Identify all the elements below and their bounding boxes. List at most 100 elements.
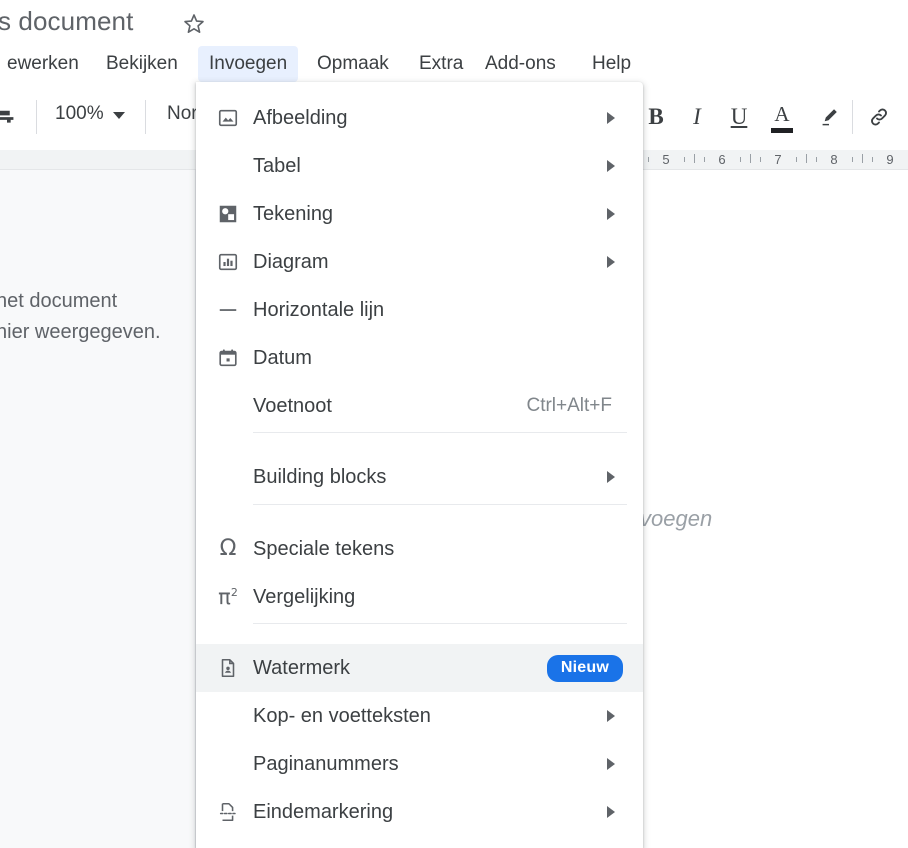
menu-item-eindemarkering[interactable]: Eindemarkering: [196, 788, 643, 836]
text-color-button[interactable]: A: [765, 100, 799, 134]
ruler-tick: [796, 157, 797, 162]
document-page-left[interactable]: het document nier weergegeven.: [0, 170, 196, 848]
document-hint-text: voegen: [640, 506, 712, 532]
menu-item-building-blocks[interactable]: Building blocks: [196, 453, 643, 501]
new-badge: Nieuw: [547, 655, 623, 682]
equation-icon: π2: [216, 585, 240, 609]
menu-item-label: Horizontale lijn: [253, 299, 384, 322]
ruler-number: 5: [662, 152, 669, 167]
menu-item-label: Speciale tekens: [253, 538, 394, 561]
submenu-arrow-icon[interactable]: [607, 710, 615, 722]
ruler-tick-major: [806, 154, 807, 163]
menu-separator: [253, 432, 627, 433]
underline-button[interactable]: U: [722, 100, 756, 134]
menu-item-label: Tabel: [253, 155, 301, 178]
menu-item-label: Building blocks: [253, 466, 386, 489]
menu-item-diagram[interactable]: Diagram: [196, 238, 643, 286]
ruler-number: 8: [830, 152, 837, 167]
google-docs-window: s document ewerkenBekijkenInvoegenOpmaak…: [0, 0, 908, 848]
ruler-tick: [704, 157, 705, 162]
submenu-arrow-icon[interactable]: [607, 208, 615, 220]
insert-menu-dropdown[interactable]: Afbeelding Tabel Tekening Diagram Horizontal…: [196, 82, 643, 848]
chart-icon: [216, 250, 240, 274]
menu-item-horizontale-lijn[interactable]: Horizontale lijn: [196, 286, 643, 334]
paint-format-icon[interactable]: [0, 108, 18, 135]
menu-separator: [253, 504, 627, 505]
watermark-icon: [216, 656, 240, 680]
menu-item-paginanummers[interactable]: Paginanummers: [196, 740, 643, 788]
menu-item-label: Kop- en voetteksten: [253, 705, 431, 728]
menu-bar: ewerkenBekijkenInvoegenOpmaakExtraAdd-on…: [0, 46, 908, 82]
menu-item-bekijken[interactable]: Bekijken: [95, 46, 189, 82]
menu-item-label: Paginanummers: [253, 753, 399, 776]
submenu-arrow-icon[interactable]: [607, 758, 615, 770]
ruler-number: 7: [774, 152, 781, 167]
ruler-tick-major: [694, 154, 695, 163]
document-text-line-1: het document: [0, 286, 161, 317]
menu-item-label: Voetnoot: [253, 395, 332, 418]
menu-item-opmaak[interactable]: Opmaak: [306, 46, 400, 82]
bold-button[interactable]: B: [639, 100, 673, 134]
menu-item-watermerk[interactable]: Watermerk Nieuw: [196, 644, 643, 692]
menu-item-label: Watermerk: [253, 657, 350, 680]
menu-item-invoegen[interactable]: Invoegen: [198, 46, 298, 82]
italic-button[interactable]: I: [680, 100, 714, 134]
drawing-icon: [216, 202, 240, 226]
menu-item-vergelijking[interactable]: π2 Vergelijking: [196, 573, 643, 621]
menu-item-tekening[interactable]: Tekening: [196, 190, 643, 238]
menu-separator: [253, 623, 627, 624]
horizontal-line-icon: [216, 298, 240, 322]
menu-item-afbeelding[interactable]: Afbeelding: [196, 94, 643, 142]
menu-item-kop-en-voetteksten[interactable]: Kop- en voetteksten: [196, 692, 643, 740]
menu-item-voetnoot[interactable]: VoetnootCtrl+Alt+F: [196, 382, 643, 430]
menu-item-tabel[interactable]: Tabel: [196, 142, 643, 190]
ruler-tick-major: [750, 154, 751, 163]
highlight-pen-icon[interactable]: [812, 100, 846, 134]
document-title[interactable]: s document: [0, 6, 133, 37]
ruler-tick: [816, 157, 817, 162]
menu-item-label: Afbeelding: [253, 107, 348, 130]
text-color-swatch: [771, 128, 793, 133]
title-bar: s document: [0, 0, 908, 44]
menu-item-label: Vergelijking: [253, 586, 355, 609]
chevron-down-icon[interactable]: [113, 112, 125, 119]
menu-item-label: Eindemarkering: [253, 801, 393, 824]
calendar-icon: [216, 346, 240, 370]
menu-item-add-ons[interactable]: Add-ons: [474, 46, 567, 82]
submenu-arrow-icon[interactable]: [607, 256, 615, 268]
ruler-tick-major: [862, 154, 863, 163]
toolbar-divider: [852, 100, 853, 134]
star-icon[interactable]: [182, 12, 206, 36]
menu-item-ewerken[interactable]: ewerken: [0, 46, 90, 82]
text-color-label: A: [774, 102, 789, 127]
menu-item-label: Tekening: [253, 203, 333, 226]
link-icon[interactable]: [862, 100, 896, 134]
menu-item-label: Diagram: [253, 251, 329, 274]
menu-item-label: Datum: [253, 347, 312, 370]
ruler-tick: [648, 157, 649, 162]
submenu-arrow-icon[interactable]: [607, 160, 615, 172]
ruler-tick: [740, 157, 741, 162]
ruler-number: 9: [886, 152, 893, 167]
ruler-tick: [684, 157, 685, 162]
submenu-arrow-icon[interactable]: [607, 112, 615, 124]
menu-item-speciale-tekens[interactable]: Ω Speciale tekens: [196, 525, 643, 573]
ruler-tick: [852, 157, 853, 162]
menu-item-extra[interactable]: Extra: [408, 46, 474, 82]
menu-item-datum[interactable]: Datum: [196, 334, 643, 382]
omega-icon: Ω: [216, 537, 240, 561]
document-body-text: het document nier weergegeven.: [0, 286, 161, 348]
paragraph-style-select[interactable]: Nor: [167, 103, 198, 125]
ruler-tick: [760, 157, 761, 162]
menu-item-help[interactable]: Help: [581, 46, 642, 82]
toolbar-divider: [145, 100, 146, 134]
document-text-line-2: nier weergegeven.: [0, 317, 161, 348]
image-icon: [216, 106, 240, 130]
zoom-level[interactable]: 100%: [55, 103, 104, 125]
toolbar-divider: [36, 100, 37, 134]
submenu-arrow-icon[interactable]: [607, 806, 615, 818]
ruler-tick: [872, 157, 873, 162]
submenu-arrow-icon[interactable]: [607, 471, 615, 483]
break-icon: [216, 800, 240, 824]
ruler-number: 6: [718, 152, 725, 167]
